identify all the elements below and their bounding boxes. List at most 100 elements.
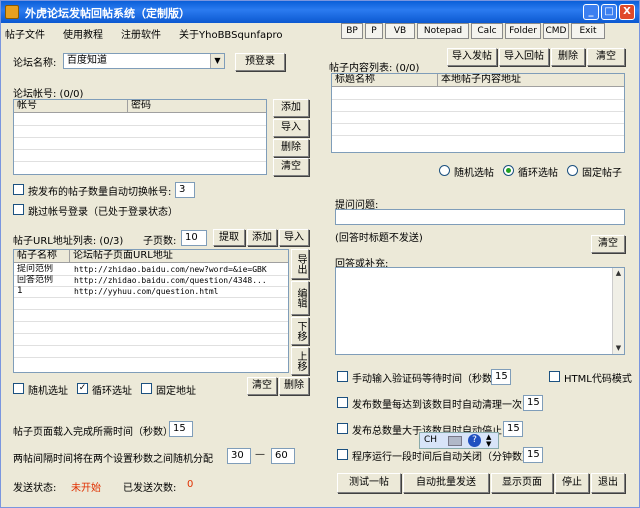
question-input[interactable] [335, 209, 625, 225]
urls-extract-button[interactable]: 提取 [213, 229, 245, 246]
auto-batch-send-button[interactable]: 自动批量发送 [403, 473, 489, 493]
close-after-input[interactable]: 15 [523, 447, 543, 463]
skip-login-label: 跳过帐号登录（已处于登录状态） [28, 207, 178, 218]
interval-min-input[interactable]: 30 [227, 448, 251, 464]
fixed-url-checkbox[interactable] [141, 383, 152, 394]
main-window: 外虎论坛发帖回帖系统（定制版） _ □ X 帖子文件 使用教程 注册软件 关于Y… [0, 0, 640, 508]
table-row [14, 126, 266, 138]
maximize-button[interactable]: □ [601, 4, 617, 20]
load-time-input[interactable]: 15 [169, 421, 193, 437]
accounts-table[interactable]: 帐号 密码 [13, 99, 267, 175]
table-row [14, 150, 266, 162]
urls-table[interactable]: 帖子名称 论坛帖子页面URL地址 提问范例 http://zhidao.baid… [13, 249, 289, 373]
skip-login-checkbox[interactable] [13, 204, 24, 215]
loop-url-checkbox[interactable]: ✓ [77, 383, 88, 394]
exit-button[interactable]: 退出 [591, 473, 625, 493]
import-post-button[interactable]: 导入发帖 [447, 48, 497, 66]
toolbar-notepad-button[interactable]: Notepad [417, 23, 469, 39]
toolbar-calc-button[interactable]: Calc [471, 23, 503, 39]
table-row [14, 298, 288, 310]
load-time-label: 帖子页面载入完成所需时间（秒数） [13, 427, 173, 438]
answer-textarea[interactable]: ▲ ▼ [335, 267, 625, 355]
ime-ch-label[interactable]: CH [424, 435, 437, 445]
accounts-import-button[interactable]: 导入 [273, 119, 309, 137]
minimize-button[interactable]: _ [583, 4, 599, 20]
fixed-post-radio[interactable] [567, 165, 578, 176]
question-clear-button[interactable]: 清空 [591, 235, 625, 253]
loop-post-radio[interactable] [503, 165, 514, 176]
content-table[interactable]: 标题名称 本地帖子内容地址 [331, 73, 625, 153]
close-after-checkbox[interactable] [337, 449, 348, 460]
prelogin-button[interactable]: 预登录 [235, 53, 285, 71]
captcha-input[interactable]: 15 [491, 369, 511, 385]
urls-add-button[interactable]: 添加 [247, 229, 277, 246]
stop-after-checkbox[interactable] [337, 423, 348, 434]
toolbar-vb-button[interactable]: VB [385, 23, 415, 39]
table-row [332, 112, 624, 124]
app-icon [5, 5, 19, 19]
table-row [14, 310, 288, 322]
show-page-button[interactable]: 显示页面 [491, 473, 553, 493]
table-row[interactable]: 1 http://yyhuu.com/question.html [14, 286, 288, 298]
clear-after-checkbox[interactable] [337, 397, 348, 408]
urls-delete-button[interactable]: 删除 [279, 377, 309, 395]
test-post-button[interactable]: 测试一帖 [337, 473, 401, 493]
chevron-down-icon[interactable]: ▼ [210, 54, 224, 68]
urls-move-down-button[interactable]: 下移 [291, 317, 309, 345]
menu-about[interactable]: 关于YhoBBSqunfapro [179, 26, 283, 41]
random-post-radio[interactable] [439, 165, 450, 176]
import-reply-button[interactable]: 导入回帖 [499, 48, 549, 66]
interval-max-input[interactable]: 60 [271, 448, 295, 464]
clear-after-input[interactable]: 15 [523, 395, 543, 411]
menu-tutorial[interactable]: 使用教程 [63, 26, 103, 41]
table-row [14, 114, 266, 126]
title-bar[interactable]: 外虎论坛发帖回帖系统（定制版） _ □ X [1, 1, 639, 23]
accounts-add-button[interactable]: 添加 [273, 99, 309, 117]
urls-label: 帖子URL地址列表: (0/3) [13, 236, 124, 247]
random-url-checkbox[interactable] [13, 383, 24, 394]
toolbar-exit-button[interactable]: Exit [571, 23, 605, 39]
urls-header-name: 帖子名称 [14, 250, 70, 263]
captcha-checkbox[interactable] [337, 371, 348, 382]
toolbar-bp-button[interactable]: BP [341, 23, 363, 39]
accounts-clear-button[interactable]: 清空 [273, 158, 309, 176]
ime-expand-icon[interactable]: ▲ ▼ [486, 434, 491, 448]
accounts-delete-button[interactable]: 删除 [273, 139, 309, 157]
fixed-post-label: 固定帖子 [582, 168, 622, 179]
menu-register[interactable]: 注册软件 [121, 26, 161, 41]
stop-after-input[interactable]: 15 [503, 421, 523, 437]
scroll-up-icon[interactable]: ▲ [613, 268, 624, 279]
html-mode-checkbox[interactable] [549, 371, 560, 382]
urls-move-up-button[interactable]: 上移 [291, 347, 309, 375]
window-title: 外虎论坛发帖回帖系统（定制版） [25, 7, 190, 20]
table-row [332, 124, 624, 136]
sent-count-label: 已发送次数: [123, 483, 177, 494]
menu-post-file[interactable]: 帖子文件 [5, 26, 45, 41]
status-value: 未开始 [71, 483, 101, 494]
question-note: (回答时标题不发送) [335, 233, 423, 244]
urls-import-button[interactable]: 导入 [279, 229, 309, 246]
toolbar-cmd-button[interactable]: CMD [543, 23, 569, 39]
ime-toolbar[interactable]: CH ? ▲ ▼ [419, 432, 499, 449]
auto-switch-input[interactable]: 3 [175, 182, 195, 198]
table-row [14, 334, 288, 346]
toolbar-folder-button[interactable]: Folder [505, 23, 541, 39]
subpage-input[interactable]: 10 [181, 230, 207, 246]
answer-scrollbar[interactable]: ▲ ▼ [612, 268, 624, 354]
fixed-url-label: 固定地址 [156, 386, 196, 397]
help-icon[interactable]: ? [468, 434, 481, 447]
forum-select[interactable]: 百度知道 ▼ [63, 53, 225, 69]
urls-clear-button[interactable]: 清空 [247, 377, 277, 395]
stop-button[interactable]: 停止 [555, 473, 589, 493]
urls-edit-button[interactable]: 编辑 [291, 281, 309, 315]
scroll-down-icon[interactable]: ▼ [613, 343, 624, 354]
subpage-label: 子页数: [143, 236, 177, 247]
close-button[interactable]: X [619, 4, 635, 20]
keyboard-icon[interactable] [448, 436, 462, 446]
accounts-header-account: 帐号 [14, 100, 128, 113]
toolbar-p-button[interactable]: P [365, 23, 383, 39]
auto-switch-checkbox[interactable] [13, 184, 24, 195]
urls-export-button[interactable]: 导出 [291, 249, 309, 279]
content-delete-button[interactable]: 删除 [551, 48, 585, 66]
content-clear-button[interactable]: 清空 [587, 48, 625, 66]
